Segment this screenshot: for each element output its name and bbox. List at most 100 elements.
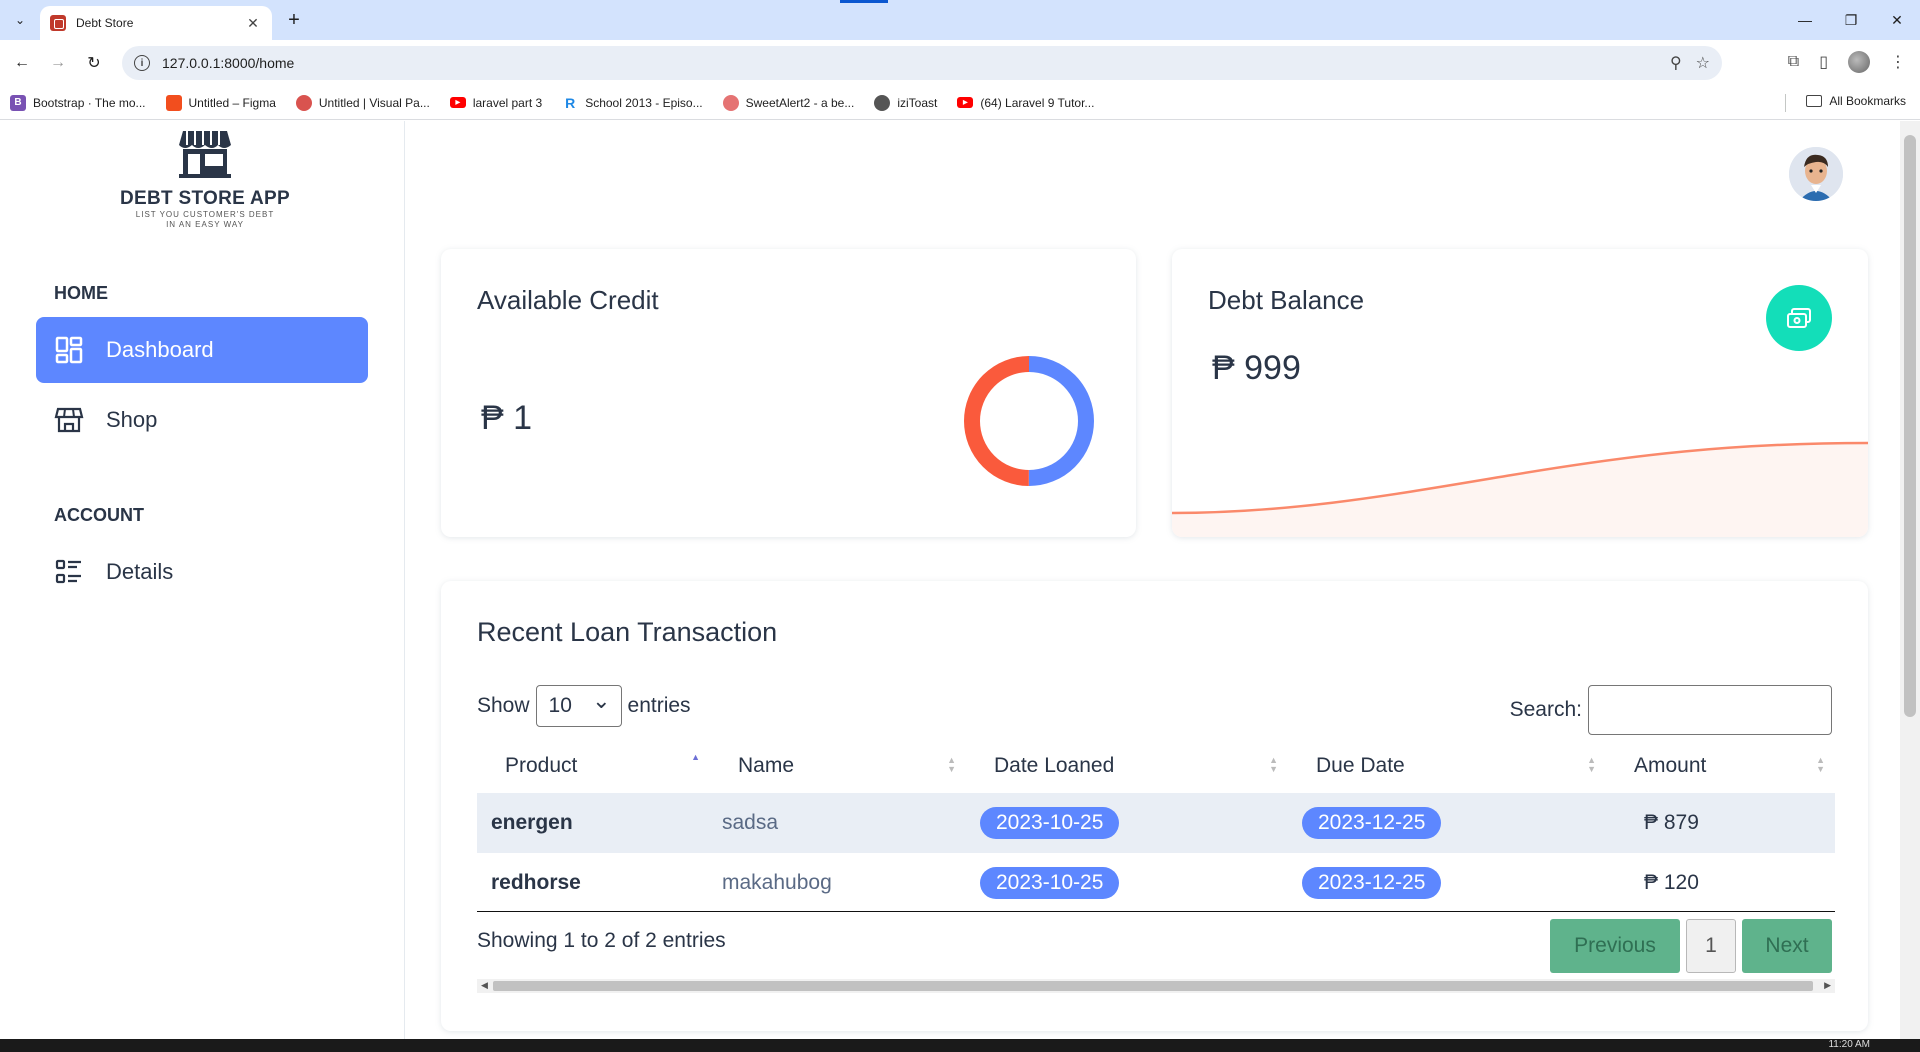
bookmark-item[interactable]: SweetAlert2 - a be... (722, 94, 854, 111)
bookmark-item[interactable]: Untitled – Figma (165, 94, 276, 111)
column-header-name[interactable]: Name ▲ ▼ (710, 739, 966, 793)
bookmarks-separator (1785, 94, 1786, 112)
vertical-scrollbar[interactable] (1900, 121, 1920, 1039)
figma-icon (165, 94, 182, 111)
column-header-due-date[interactable]: Due Date ▲ ▼ (1288, 739, 1606, 793)
site-info-icon[interactable]: i (134, 55, 150, 71)
page-1-button[interactable]: 1 (1686, 919, 1736, 973)
bookmark-item[interactable]: iziToast (874, 94, 938, 111)
column-header-date-loaned[interactable]: Date Loaned ▲ ▼ (966, 739, 1288, 793)
zoom-icon[interactable]: ⚲ (1670, 53, 1682, 73)
bookmark-item[interactable]: Untitled | Visual Pa... (295, 94, 430, 111)
forward-arrow-icon[interactable]: → (46, 51, 70, 75)
bookmark-star-icon[interactable]: ☆ (1696, 53, 1710, 73)
entries-value: 10 (548, 694, 572, 717)
user-avatar[interactable] (1789, 147, 1843, 201)
bookmark-item[interactable]: ▸ laravel part 3 (449, 95, 543, 110)
minimize-icon[interactable]: — (1782, 0, 1828, 40)
sort-icon: ▲ ▼ (1269, 755, 1278, 774)
balance-value: ₱ 999 (1212, 349, 1301, 387)
all-bookmarks-label: All Bookmarks (1829, 94, 1906, 108)
search-input[interactable] (1588, 685, 1832, 735)
search-label: Search: (1509, 698, 1582, 721)
app-logo[interactable]: DEBT STORE APP LIST YOU CUSTOMER'S DEBT … (110, 127, 300, 230)
url-text[interactable]: 127.0.0.1:8000/home (162, 55, 294, 71)
os-taskbar: 11:20 AM (0, 1039, 1920, 1052)
scroll-left-icon[interactable]: ◀ (481, 980, 488, 991)
sidebar-item-shop[interactable]: Shop (36, 387, 368, 453)
new-tab-button[interactable]: + (282, 8, 306, 32)
bookmark-label: Untitled | Visual Pa... (318, 95, 430, 110)
sort-icon: ▲ ▼ (1816, 755, 1825, 774)
window-controls: — ❐ ✕ (1782, 0, 1920, 40)
main-content: Available Credit ₱ 1 Debt Balance ₱ 999 (406, 121, 1900, 1039)
globe-icon (874, 94, 891, 111)
back-arrow-icon[interactable]: ← (10, 51, 34, 75)
column-header-amount[interactable]: Amount ▲ ▼ (1606, 739, 1835, 793)
bookmark-label: School 2013 - Episo... (585, 95, 703, 110)
date-badge: 2023-12-25 (1302, 867, 1442, 899)
entries-select[interactable]: 10 (535, 685, 622, 727)
tab-search-button[interactable]: ⌄ (8, 8, 32, 32)
profile-avatar-icon[interactable] (1848, 51, 1870, 73)
scrollbar-thumb[interactable] (1904, 135, 1916, 717)
column-header-product[interactable]: Product ▲ (477, 739, 710, 793)
sort-icon: ▲ ▼ (947, 755, 956, 774)
bookmark-label: laravel part 3 (472, 95, 543, 110)
list-details-icon (55, 559, 81, 584)
browser-tab[interactable]: Debt Store ✕ (40, 6, 272, 40)
bookmark-label: iziToast (897, 95, 938, 110)
cash-icon (1787, 308, 1811, 328)
address-bar[interactable]: i 127.0.0.1:8000/home ⚲ ☆ (122, 46, 1722, 80)
sidebar-item-label: Dashboard (106, 337, 214, 362)
sidebar-item-dashboard[interactable]: Dashboard (36, 317, 368, 383)
balance-action-button[interactable] (1766, 285, 1832, 351)
logo-subtitle: LIST YOU CUSTOMER'S DEBT (135, 210, 275, 219)
scroll-right-icon[interactable]: ▶ (1824, 980, 1831, 991)
table-row[interactable]: energen sadsa 2023-10-25 2023-12-25 ₱ 87… (477, 793, 1835, 853)
table-row[interactable]: redhorse makahubog 2023-10-25 2023-12-25… (477, 853, 1835, 913)
side-panel-icon[interactable]: ▯ (1819, 52, 1828, 72)
youtube-icon: ▸ (449, 97, 466, 108)
date-badge: 2023-10-25 (980, 867, 1120, 899)
column-label: Product (505, 754, 578, 777)
store-favicon-icon (50, 15, 66, 31)
transactions-table: Product ▲ Name ▲▼ Date Loaned ▲▼ Due D (477, 739, 1835, 913)
horizontal-scrollbar[interactable]: ◀ ▶ (477, 979, 1835, 993)
close-icon[interactable]: ✕ (244, 15, 262, 32)
scrollbar-thumb[interactable] (493, 981, 1813, 991)
column-label: Date Loaned (994, 754, 1115, 777)
balance-trend-line (1172, 441, 1868, 537)
next-page-button[interactable]: Next (1742, 919, 1832, 973)
sidebar: DEBT STORE APP LIST YOU CUSTOMER'S DEBT … (0, 121, 405, 1039)
cell-name: makahubog (722, 871, 832, 894)
cell-product: redhorse (491, 871, 581, 894)
sweetalert-icon (722, 94, 739, 111)
window-close-icon[interactable]: ✕ (1874, 0, 1920, 40)
menu-kebab-icon[interactable]: ⋮ (1890, 52, 1906, 72)
credit-donut-chart (964, 356, 1094, 486)
nav-section-home: HOME (54, 283, 108, 303)
restore-icon[interactable]: ❐ (1828, 0, 1874, 40)
table-info: Showing 1 to 2 of 2 entries (477, 929, 726, 952)
sidebar-item-details[interactable]: Details (36, 539, 368, 605)
reload-icon[interactable]: ↻ (82, 51, 106, 75)
extensions-icon[interactable]: ⧉ (1788, 53, 1799, 71)
column-label: Amount (1634, 754, 1707, 777)
bookmark-item[interactable]: B Bootstrap · The mo... (10, 94, 146, 111)
all-bookmarks-button[interactable]: All Bookmarks (1806, 94, 1906, 108)
tab-title: Debt Store (76, 16, 134, 30)
bookmark-item[interactable]: ▸ (64) Laravel 9 Tutor... (957, 96, 1094, 110)
cell-amount: ₱ 120 (1644, 871, 1699, 894)
page-content: DEBT STORE APP LIST YOU CUSTOMER'S DEBT … (0, 121, 1920, 1039)
bookmark-item[interactable]: R School 2013 - Episo... (562, 95, 702, 111)
column-label: Due Date (1316, 754, 1405, 777)
store-logo-icon (179, 131, 231, 178)
cell-date-loaned: 2023-10-25 (966, 793, 1288, 853)
show-label: Show (477, 694, 530, 717)
table-bottom-border (477, 911, 1835, 912)
cell-due-date: 2023-12-25 (1288, 853, 1606, 913)
previous-page-button[interactable]: Previous (1550, 919, 1680, 973)
section-title: Recent Loan Transaction (477, 617, 778, 647)
bootstrap-icon: B (10, 94, 26, 111)
